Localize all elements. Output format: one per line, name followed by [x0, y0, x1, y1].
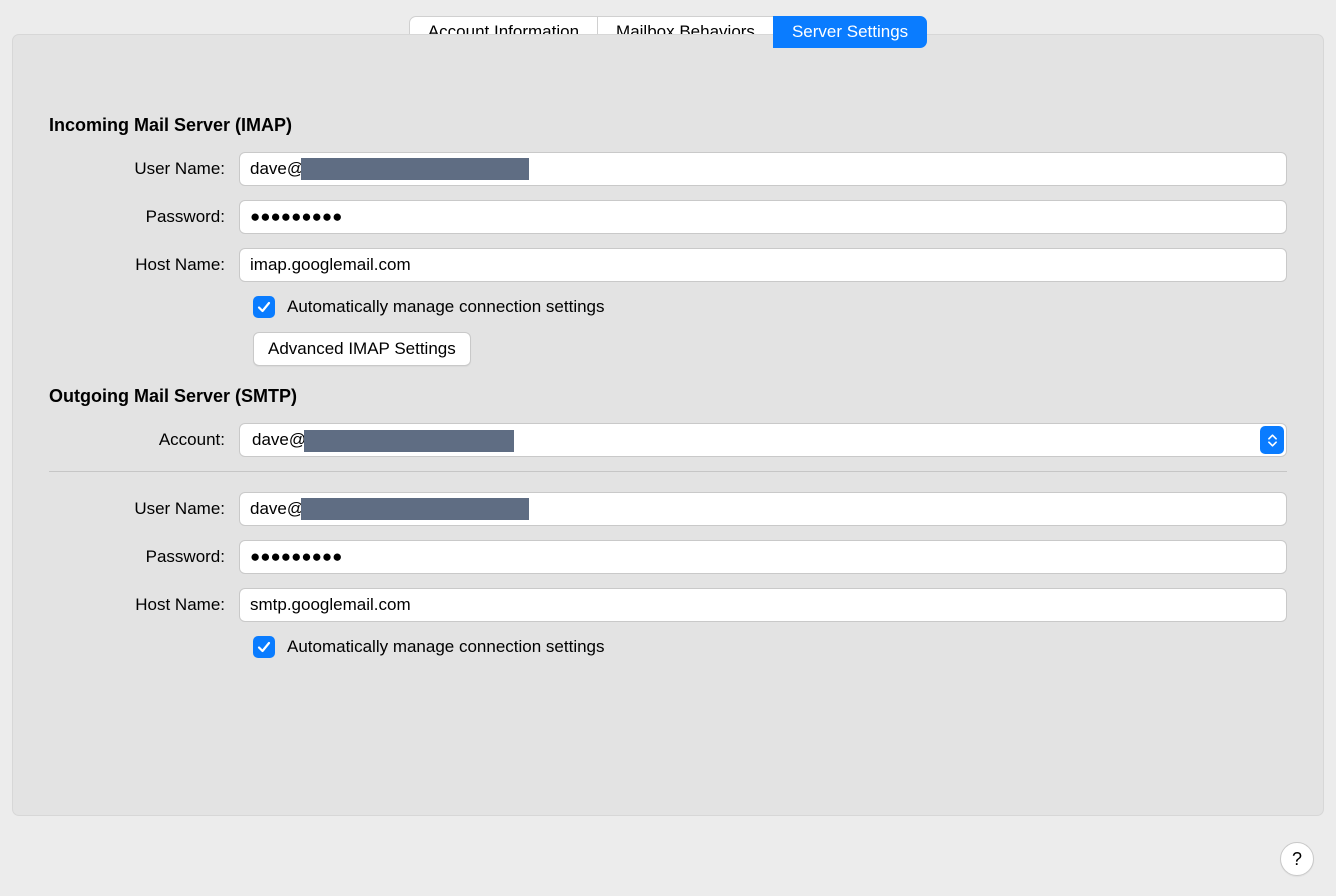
chevron-up-icon — [1268, 434, 1277, 440]
help-button[interactable]: ? — [1280, 842, 1314, 876]
outgoing-auto-manage-row: Automatically manage connection settings — [49, 636, 1287, 658]
incoming-username-input[interactable] — [239, 152, 1287, 186]
outgoing-password-input[interactable] — [239, 540, 1287, 574]
outgoing-username-row: User Name: — [49, 492, 1287, 526]
incoming-password-label: Password: — [49, 207, 239, 227]
chevron-down-icon — [1268, 441, 1277, 447]
outgoing-username-label: User Name: — [49, 499, 239, 519]
tab-server-settings[interactable]: Server Settings — [773, 16, 927, 48]
outgoing-account-value: dave@ — [252, 430, 306, 450]
outgoing-password-label: Password: — [49, 547, 239, 567]
incoming-section-title: Incoming Mail Server (IMAP) — [49, 115, 1287, 136]
outgoing-hostname-label: Host Name: — [49, 595, 239, 615]
incoming-password-input[interactable] — [239, 200, 1287, 234]
advanced-imap-settings-button[interactable]: Advanced IMAP Settings — [253, 332, 471, 366]
incoming-hostname-input[interactable] — [239, 248, 1287, 282]
incoming-username-label: User Name: — [49, 159, 239, 179]
check-icon — [257, 300, 271, 314]
outgoing-account-label: Account: — [49, 430, 239, 450]
outgoing-password-row: Password: — [49, 540, 1287, 574]
outgoing-username-input[interactable] — [239, 492, 1287, 526]
section-divider — [49, 471, 1287, 472]
incoming-password-row: Password: — [49, 200, 1287, 234]
incoming-hostname-label: Host Name: — [49, 255, 239, 275]
incoming-auto-manage-row: Automatically manage connection settings — [49, 296, 1287, 318]
settings-panel: Incoming Mail Server (IMAP) User Name: P… — [12, 34, 1324, 816]
incoming-auto-manage-label: Automatically manage connection settings — [287, 297, 605, 317]
redacted-region — [304, 430, 514, 452]
outgoing-auto-manage-checkbox[interactable] — [253, 636, 275, 658]
outgoing-hostname-input[interactable] — [239, 588, 1287, 622]
check-icon — [257, 640, 271, 654]
incoming-username-row: User Name: — [49, 152, 1287, 186]
select-stepper-icon — [1260, 426, 1284, 454]
outgoing-hostname-row: Host Name: — [49, 588, 1287, 622]
outgoing-auto-manage-label: Automatically manage connection settings — [287, 637, 605, 657]
outgoing-section-title: Outgoing Mail Server (SMTP) — [49, 386, 1287, 407]
incoming-hostname-row: Host Name: — [49, 248, 1287, 282]
incoming-auto-manage-checkbox[interactable] — [253, 296, 275, 318]
outgoing-account-row: Account: dave@ — [49, 423, 1287, 457]
outgoing-account-select[interactable]: dave@ — [239, 423, 1287, 457]
